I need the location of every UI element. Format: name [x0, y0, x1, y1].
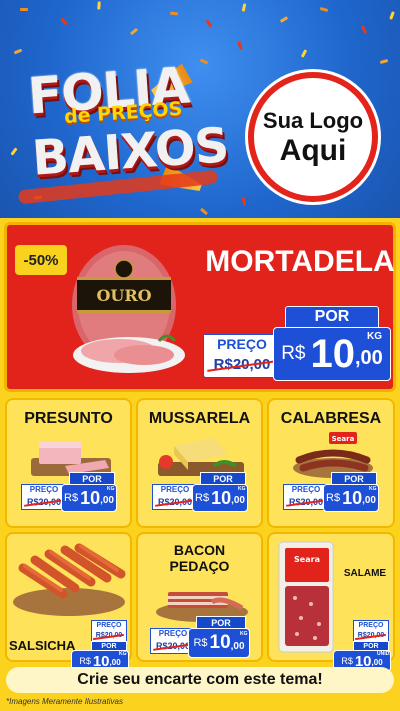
old-price: R$20,00 — [92, 630, 126, 641]
featured-old-price: R$20,00 — [204, 353, 280, 377]
old-price: R$20,00 — [153, 495, 197, 509]
confetti-piece — [379, 59, 389, 64]
price-int: 10 — [211, 487, 232, 508]
currency: R$ — [193, 637, 208, 649]
product-card-calabresa[interactable]: CALABRESA Seara PREÇO R$20,00 POR R$ 10 … — [267, 398, 395, 528]
header-banner: FOLIA de PREÇOS BAIXOS Sua Logo Aqui — [0, 0, 400, 218]
confetti-piece — [199, 207, 209, 216]
featured-old-price-box: PREÇO R$20,00 — [203, 334, 281, 378]
featured-product-card[interactable]: -50% OURO MORTADELA PREÇO R$20,00 POR — [4, 222, 396, 392]
price-int: 10 — [209, 632, 231, 653]
old-price-box: PREÇO R$20,00 — [353, 620, 389, 642]
product-card-mussarela[interactable]: MUSSARELA PREÇO R$20,00 POR R$ 10 ,00 KG — [136, 398, 263, 528]
unit: KG — [369, 486, 377, 492]
confetti-piece — [360, 25, 368, 34]
preco-label: PREÇO — [22, 485, 66, 495]
product-name: SALAME — [343, 568, 387, 579]
unit: KG — [119, 651, 127, 657]
product-name-line2: PEDAÇO — [169, 558, 230, 574]
confetti-piece — [389, 11, 395, 20]
confetti-piece — [237, 41, 243, 50]
logo-text-line1: Sua Logo — [262, 107, 364, 133]
unit: KG — [107, 486, 115, 492]
currency: R$ — [64, 492, 79, 504]
currency: R$ — [79, 656, 91, 666]
campaign-title: FOLIA de PREÇOS BAIXOS — [17, 56, 230, 205]
price-int: 10 — [342, 487, 363, 508]
seara-logo-text: Seara — [294, 555, 320, 564]
preco-label: PREÇO — [354, 621, 388, 630]
product-card-bacon[interactable]: BACON PEDAÇO PREÇO R$20,00 POR R$ 10 ,00… — [136, 532, 263, 662]
product-name: BACON PEDAÇO — [138, 542, 261, 574]
old-price: R$20,00 — [354, 630, 388, 641]
footnote: *Imagens Meramente Ilustrativas — [6, 697, 123, 706]
confetti-piece — [10, 147, 18, 156]
product-name-line1: BACON — [173, 542, 226, 558]
offers-area: -50% OURO MORTADELA PREÇO R$20,00 POR — [0, 218, 400, 711]
featured-unit: KG — [367, 331, 382, 342]
confetti-piece — [169, 11, 179, 16]
salsicha-image — [13, 543, 126, 616]
price-cents: ,00 — [371, 658, 383, 667]
confetti-piece — [60, 17, 68, 26]
confetti-piece — [279, 16, 289, 23]
price-cents: ,00 — [100, 495, 114, 506]
brand-logo-text: OURO — [96, 286, 151, 305]
cta-banner[interactable]: Crie seu encarte com este tema! — [6, 667, 394, 693]
confetti-piece — [97, 1, 101, 10]
product-name: PRESUNTO — [24, 410, 113, 427]
price-cents: ,00 — [109, 658, 121, 667]
confetti-piece — [205, 19, 213, 28]
confetti-piece — [300, 49, 308, 58]
unit: KG — [238, 486, 246, 492]
product-name: CALABRESA — [280, 410, 382, 427]
featured-currency: R$ — [281, 343, 306, 364]
old-price: R$20,00 — [22, 495, 66, 509]
confetti-piece — [319, 6, 329, 13]
unit: KG — [240, 631, 248, 637]
seara-logo-text: Seara — [332, 435, 355, 443]
featured-price-int: 10 — [310, 332, 355, 376]
preco-label: PREÇO — [92, 621, 126, 630]
price-cents: ,00 — [231, 495, 245, 506]
old-price-box: PREÇO R$20,00 — [91, 620, 127, 642]
currency: R$ — [341, 656, 353, 666]
featured-price-cents: ,00 — [354, 347, 383, 369]
currency: R$ — [326, 492, 341, 504]
price-cents: ,00 — [362, 495, 376, 506]
confetti-piece — [129, 27, 139, 36]
confetti-piece — [241, 3, 247, 12]
featured-preco-label: PREÇO — [204, 335, 280, 353]
unit: UNID. — [377, 651, 391, 657]
confetti-piece — [20, 8, 28, 11]
price-int: 10 — [80, 487, 101, 508]
preco-label: PREÇO — [153, 485, 197, 495]
currency: R$ — [195, 492, 210, 504]
featured-por-label: POR — [285, 306, 379, 328]
product-card-salsicha[interactable]: SALSICHA PREÇO R$20,00 POR R$ 10 ,00 KG — [5, 532, 132, 672]
product-card-salame[interactable]: Seara SALAME PREÇO R$20,00 POR R$ 10 ,00… — [267, 532, 395, 672]
old-price: R$20,00 — [284, 495, 328, 509]
product-card-presunto[interactable]: PRESUNTO PREÇO R$20,00 POR R$ 10 ,00 KG — [5, 398, 132, 528]
logo-text-line2: Aqui — [279, 133, 347, 167]
salame-package-image: Seara — [278, 541, 334, 653]
featured-product-name: MORTADELA — [205, 245, 395, 278]
mortadela-image: OURO — [72, 245, 185, 373]
price-cents: ,00 — [230, 641, 245, 652]
product-name: MUSSARELA — [148, 410, 251, 427]
confetti-piece — [13, 48, 23, 55]
logo-placeholder[interactable]: Sua Logo Aqui — [248, 72, 378, 202]
preco-label: PREÇO — [284, 485, 328, 495]
product-name: SALSICHA — [9, 638, 76, 653]
confetti-piece — [241, 197, 247, 206]
